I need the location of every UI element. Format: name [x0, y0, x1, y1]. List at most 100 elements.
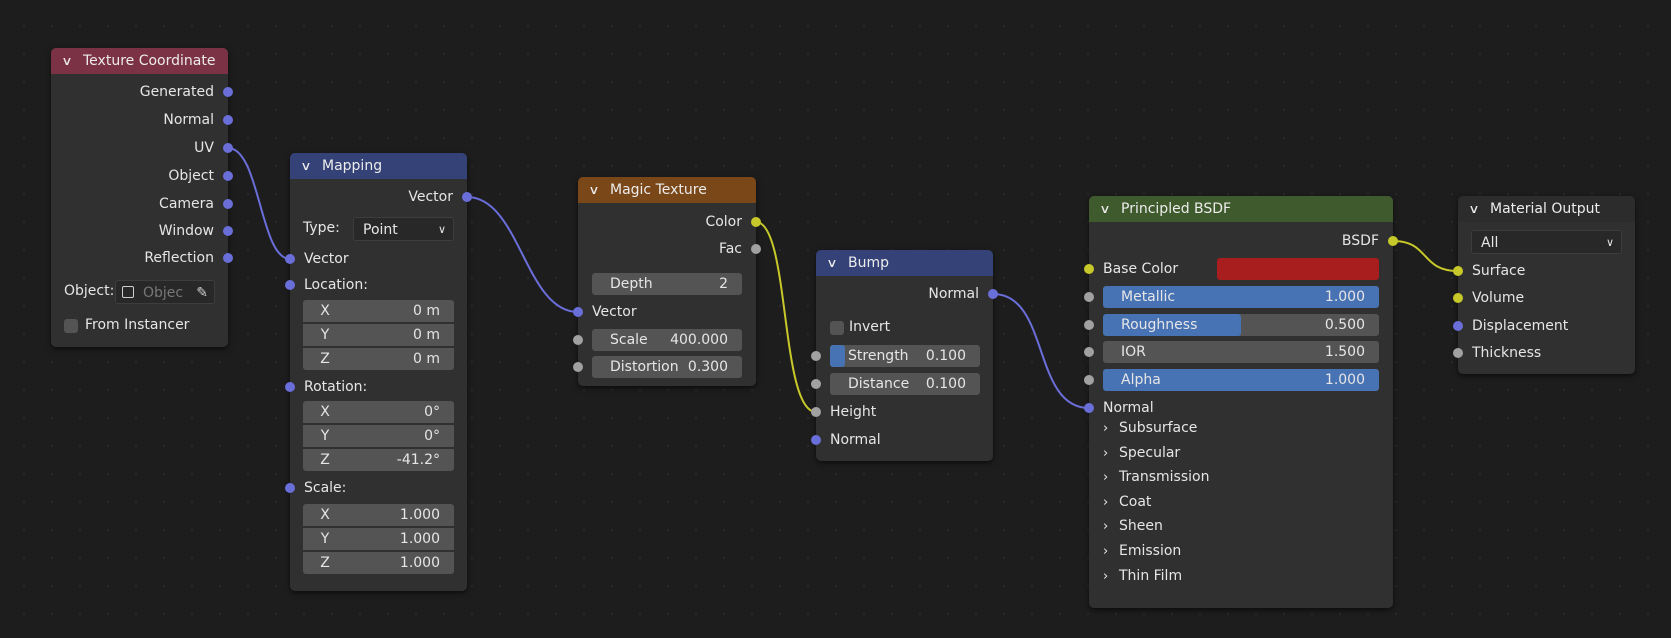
panel-subsurface[interactable]: › Subsurface	[1103, 420, 1197, 436]
rotation-x-field[interactable]: X 0°	[303, 401, 454, 423]
socket-normal-in[interactable]	[1084, 403, 1094, 413]
socket-distortion-in[interactable]	[573, 362, 583, 372]
socket-camera[interactable]	[223, 199, 233, 209]
socket-location[interactable]	[285, 280, 295, 290]
socket-vector-out[interactable]	[462, 192, 472, 202]
socket-bsdf-out[interactable]	[1388, 236, 1398, 246]
node-bump[interactable]: ∨ Bump Normal Invert Strength 0.100 Dista…	[811, 250, 998, 461]
strength-slider[interactable]: Strength 0.100	[830, 345, 980, 367]
node-magic-texture[interactable]: ∨ Magic Texture Color Fac Depth 2 Vector …	[573, 177, 761, 386]
panel-label: Subsurface	[1119, 420, 1198, 436]
socket-normal[interactable]	[223, 115, 233, 125]
socket-roughness-in[interactable]	[1084, 320, 1094, 330]
socket-metallic-in[interactable]	[1084, 292, 1094, 302]
socket-uv[interactable]	[223, 143, 233, 153]
socket-height-in[interactable]	[811, 407, 821, 417]
object-picker[interactable]: Objec ✎	[115, 280, 215, 304]
metallic-slider[interactable]: Metallic 1.000	[1103, 286, 1379, 308]
chevron-down-icon[interactable]: ∨	[826, 256, 842, 270]
input-thickness: Thickness	[1453, 341, 1635, 365]
node-header[interactable]: ∨ Magic Texture	[578, 177, 756, 203]
distance-field[interactable]: Distance 0.100	[830, 373, 980, 395]
rotation-y-field[interactable]: Y 0°	[303, 425, 454, 447]
socket-reflection[interactable]	[223, 253, 233, 263]
field-label: IOR	[1121, 344, 1146, 360]
socket-label: Window	[158, 223, 214, 239]
from-instancer-checkbox[interactable]	[64, 319, 78, 333]
socket-displacement-in[interactable]	[1453, 321, 1463, 331]
output-normal: Normal	[816, 282, 998, 306]
socket-ior-in[interactable]	[1084, 347, 1094, 357]
field-value: 0 m	[413, 303, 440, 319]
alpha-slider[interactable]: Alpha 1.000	[1103, 369, 1379, 391]
node-header[interactable]: ∨ Bump	[816, 250, 993, 276]
chevron-down-icon[interactable]: ∨	[61, 54, 77, 68]
panel-transmission[interactable]: › Transmission	[1103, 469, 1209, 485]
socket-vector-in[interactable]	[573, 307, 583, 317]
location-x-field[interactable]: X 0 m	[303, 300, 454, 322]
depth-field[interactable]: Depth 2	[592, 273, 742, 295]
ior-field[interactable]: IOR 1.500	[1103, 341, 1379, 363]
chevron-down-icon[interactable]: ∨	[1468, 202, 1484, 216]
node-header[interactable]: ∨ Texture Coordinate	[51, 48, 228, 74]
node-mapping[interactable]: ∨ Mapping Vector Type: Point ∨ Vector Lo…	[285, 153, 472, 591]
socket-surface-in[interactable]	[1453, 266, 1463, 276]
panel-emission[interactable]: › Emission	[1103, 543, 1181, 559]
chevron-down-icon[interactable]: ∨	[300, 159, 316, 173]
socket-scale[interactable]	[285, 483, 295, 493]
eyedropper-icon[interactable]: ✎	[196, 281, 208, 305]
socket-base-color-in[interactable]	[1084, 264, 1094, 274]
panel-coat[interactable]: › Coat	[1103, 494, 1151, 510]
target-dropdown[interactable]: All ∨	[1471, 230, 1622, 254]
scale-field[interactable]: Scale 400.000	[592, 329, 742, 351]
socket-volume-in[interactable]	[1453, 293, 1463, 303]
socket-rotation[interactable]	[285, 382, 295, 392]
distortion-field[interactable]: Distortion 0.300	[592, 356, 742, 378]
socket-vector-in[interactable]	[285, 254, 295, 264]
node-header[interactable]: ∨ Material Output	[1458, 196, 1635, 222]
field-value: 0°	[424, 428, 440, 444]
node-material-output[interactable]: ∨ Material Output All ∨ Surface Volume D…	[1453, 196, 1635, 374]
field-label: Roughness	[1121, 317, 1198, 333]
field-value: 1.000	[1324, 372, 1365, 388]
scale-x-field[interactable]: X 1.000	[303, 504, 454, 526]
base-color-swatch[interactable]	[1217, 258, 1379, 280]
node-header[interactable]: ∨ Mapping	[290, 153, 467, 179]
socket-strength-in[interactable]	[811, 351, 821, 361]
socket-normal-in[interactable]	[811, 435, 821, 445]
socket-scale-in[interactable]	[573, 335, 583, 345]
panel-sheen[interactable]: › Sheen	[1103, 518, 1163, 534]
chevron-down-icon[interactable]: ∨	[1099, 202, 1115, 216]
type-dropdown[interactable]: Point ∨	[353, 217, 454, 241]
socket-fac-out[interactable]	[751, 244, 761, 254]
location-z-field[interactable]: Z 0 m	[303, 348, 454, 370]
node-header[interactable]: ∨ Principled BSDF	[1089, 196, 1393, 222]
rotation-z-field[interactable]: Z -41.2°	[303, 449, 454, 471]
invert-checkbox[interactable]	[830, 321, 844, 335]
node-title: Mapping	[322, 158, 383, 174]
field-value: 400.000	[670, 332, 728, 348]
socket-color-out[interactable]	[751, 217, 761, 227]
panel-specular[interactable]: › Specular	[1103, 445, 1180, 461]
output-vector: Vector	[290, 185, 472, 209]
chevron-right-icon: ›	[1103, 421, 1109, 436]
socket-object[interactable]	[223, 171, 233, 181]
scale-y-field[interactable]: Y 1.000	[303, 528, 454, 550]
chevron-down-icon[interactable]: ∨	[588, 183, 604, 197]
socket-distance-in[interactable]	[811, 379, 821, 389]
socket-alpha-in[interactable]	[1084, 375, 1094, 385]
roughness-slider[interactable]: Roughness 0.500	[1103, 314, 1379, 336]
output-normal: Normal	[51, 108, 233, 132]
socket-thickness-in[interactable]	[1453, 348, 1463, 358]
socket-generated[interactable]	[223, 87, 233, 97]
node-title: Principled BSDF	[1121, 201, 1232, 217]
output-generated: Generated	[51, 80, 233, 104]
node-principled-bsdf[interactable]: ∨ Principled BSDF BSDF Base Color Metall…	[1084, 196, 1398, 608]
socket-normal-out[interactable]	[988, 289, 998, 299]
location-y-field[interactable]: Y 0 m	[303, 324, 454, 346]
scale-z-field[interactable]: Z 1.000	[303, 552, 454, 574]
socket-label: Color	[705, 214, 742, 230]
socket-window[interactable]	[223, 226, 233, 236]
node-texture-coordinate[interactable]: ∨ Texture Coordinate Generated Normal UV…	[51, 48, 233, 347]
panel-thin-film[interactable]: › Thin Film	[1103, 568, 1182, 584]
